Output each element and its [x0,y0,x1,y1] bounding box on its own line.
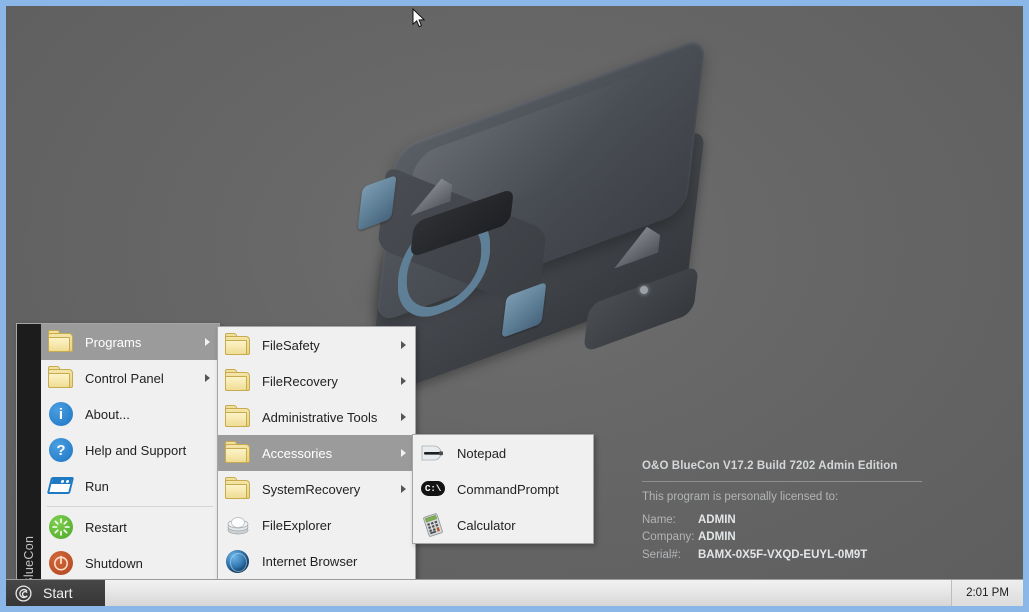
folder-icon [47,364,75,392]
menu-item-shutdown[interactable]: Shutdown [41,545,219,581]
start-menu[interactable]: O&O BlueCon Programs Control Panel i Abo… [16,323,220,606]
folder-icon [224,475,252,503]
folder-icon [224,331,252,359]
disc-stack-icon [224,511,252,539]
license-row-serial: Serial#: BAMX-0X5F-VXQD-EUYL-0M9T [642,547,922,565]
menu-item-systemrecovery[interactable]: SystemRecovery [218,471,415,507]
swirl-logo-icon [15,584,32,602]
menu-item-help-and-support[interactable]: ? Help and Support [41,432,219,468]
license-value-company: ADMIN [698,531,736,544]
menu-item-programs[interactable]: Programs [41,324,219,360]
license-row-name: Name: ADMIN [642,512,922,530]
screen: O&O BlueCon V17.2 Build 7202 Admin Editi… [0,0,1029,612]
menu-item-label: Run [85,478,109,494]
menu-item-fileexplorer[interactable]: FileExplorer [218,507,415,543]
menu-item-label: Shutdown [85,555,143,571]
calculator-icon [419,511,447,539]
command-prompt-icon: C:\ [419,475,447,503]
clock-label: 2:01 PM [966,587,1009,599]
license-key-name: Name: [642,513,676,526]
license-subtitle: This program is personally licensed to: [642,490,839,503]
menu-item-commandprompt[interactable]: C:\ CommandPrompt [413,471,593,507]
menu-item-control-panel[interactable]: Control Panel [41,360,219,396]
folder-icon [47,328,75,356]
start-menu-items: Programs Control Panel i About... ? Help… [41,324,219,588]
menu-item-label: FileSafety [262,337,320,353]
system-tray-clock[interactable]: 2:01 PM [951,580,1023,606]
taskbar-task-area[interactable] [105,580,951,606]
menu-item-label: Help and Support [85,442,187,458]
briefcase-illustration [324,35,724,402]
license-info-panel: O&O BlueCon V17.2 Build 7202 Admin Editi… [642,458,922,565]
chevron-right-icon [401,341,406,349]
chevron-right-icon [205,374,210,382]
menu-separator [47,506,213,507]
product-version-title: O&O BlueCon V17.2 Build 7202 Admin Editi… [642,460,898,472]
menu-item-label: Internet Browser [262,553,358,569]
menu-item-label: Administrative Tools [262,409,378,425]
chevron-right-icon [401,413,406,421]
license-value-serial: BAMX-0X5F-VXQD-EUYL-0M9T [698,549,868,562]
start-button-label: Start [43,585,73,601]
info-icon: i [47,400,75,428]
help-icon: ? [47,436,75,464]
notepad-icon [419,439,447,467]
accessories-submenu[interactable]: Notepad C:\ CommandPrompt Calculator [412,434,594,544]
menu-item-label: About... [85,406,130,422]
menu-item-label: Control Panel [85,370,164,386]
menu-item-label: CommandPrompt [457,481,559,497]
menu-item-run[interactable]: Run [41,468,219,504]
menu-item-label: Programs [85,334,142,350]
menu-item-label: Calculator [457,517,516,533]
run-icon [46,472,75,500]
chevron-right-icon [401,485,406,493]
license-divider [642,480,922,482]
programs-submenu[interactable]: FileSafety FileRecovery Administrative T… [217,326,416,584]
menu-item-internet-browser[interactable]: Internet Browser [218,543,415,579]
license-row-company: Company: ADMIN [642,529,922,547]
taskbar: Start 2:01 PM [6,579,1023,606]
menu-item-restart[interactable]: Restart [41,509,219,545]
menu-item-label: Restart [85,519,127,535]
menu-item-about[interactable]: i About... [41,396,219,432]
menu-item-filesafety[interactable]: FileSafety [218,327,415,363]
globe-icon [224,547,252,575]
menu-item-label: Notepad [457,445,507,461]
start-button[interactable]: Start [6,580,105,606]
menu-item-label: Accessories [262,445,333,461]
menu-item-filerecovery[interactable]: FileRecovery [218,363,415,399]
briefcase-lock-stud [640,286,648,294]
chevron-right-icon [205,338,210,346]
desktop-background[interactable]: O&O BlueCon V17.2 Build 7202 Admin Editi… [6,6,1023,606]
menu-item-label: FileRecovery [262,373,338,389]
folder-icon [224,403,252,431]
start-menu-brand-strip: O&O BlueCon [17,324,41,606]
license-key-serial: Serial#: [642,549,681,562]
menu-item-calculator[interactable]: Calculator [413,507,593,543]
menu-item-label: FileExplorer [262,517,332,533]
restart-icon [47,513,75,541]
menu-item-notepad[interactable]: Notepad [413,435,593,471]
folder-icon [224,439,252,467]
chevron-right-icon [401,377,406,385]
folder-icon [224,367,252,395]
license-key-company: Company: [642,531,695,544]
chevron-right-icon [401,449,406,457]
menu-item-accessories[interactable]: Accessories [218,435,415,471]
license-value-name: ADMIN [698,513,736,526]
power-icon [47,549,75,577]
menu-item-administrative-tools[interactable]: Administrative Tools [218,399,415,435]
menu-item-label: SystemRecovery [262,481,361,497]
